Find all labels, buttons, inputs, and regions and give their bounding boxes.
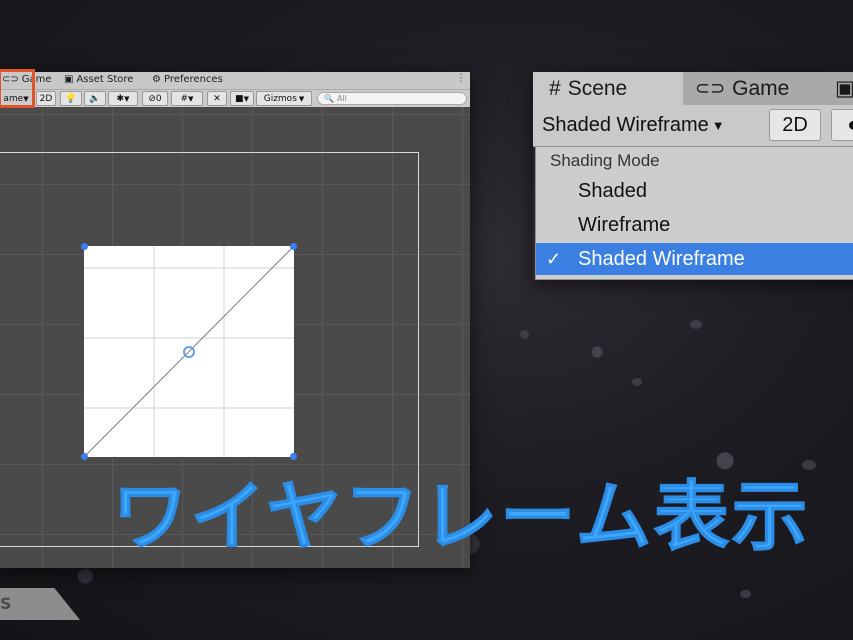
audio-toggle[interactable]: 🔈 [84, 91, 106, 106]
chevron-down-icon: ▼ [124, 94, 130, 103]
gear-icon: ⚙ [152, 74, 161, 85]
background-speck [520, 330, 529, 339]
gamepad-icon: ⊂⊃ [695, 78, 726, 98]
editor-tab-bar: ⊂⊃ Game ▣ Asset Store ⚙ Preferences ⋮ [0, 72, 470, 89]
checkmark-icon: ✓ [546, 248, 562, 269]
menu-item-label: Shaded Wireframe [578, 247, 745, 270]
camera-dropdown[interactable]: ■ ▼ [230, 91, 254, 106]
chevron-down-icon: ▼ [298, 94, 305, 103]
quad-object[interactable] [84, 246, 294, 457]
shading-mode-header: Shading Mode [550, 151, 660, 170]
grid-icon: # [180, 93, 189, 104]
toggle-2d-button[interactable]: 2D [769, 109, 821, 141]
gizmos-label: Gizmos [263, 93, 297, 104]
menu-item-shaded[interactable]: Shaded [536, 175, 853, 207]
tab-preferences-label: Preferences [163, 74, 223, 85]
draw-mode-dropdown[interactable]: Shaded Wireframe ▼ [542, 109, 725, 141]
rect-handle[interactable] [81, 243, 88, 250]
chevron-down-icon: ▼ [188, 94, 194, 103]
eye-slash-icon: ⊘ [148, 93, 156, 104]
tools-toggle[interactable]: ✕ [207, 91, 227, 106]
menu-item-wireframe[interactable]: Wireframe [536, 209, 853, 241]
tab-preferences[interactable]: ⚙ Preferences [152, 74, 223, 85]
tab-asset-store[interactable]: ▣ Asset Store [64, 74, 133, 85]
tab-scene[interactable]: # Scene [533, 72, 683, 105]
toggle-2d-label: 2D [782, 113, 808, 136]
background-speck [690, 320, 702, 329]
menu-item-label: Wireframe [578, 213, 671, 236]
zoomed-toolbar: Shaded Wireframe ▼ 2D ◖ [533, 105, 853, 147]
menu-item-label: Shaded [578, 179, 647, 202]
rect-handle[interactable] [290, 243, 297, 250]
lightbulb-icon: 💡 [65, 93, 77, 104]
rect-handle[interactable] [81, 453, 88, 460]
wireframe-overlay [84, 246, 294, 457]
tab-asset-store-label: Asset Store [76, 74, 134, 85]
draw-mode-dropdown[interactable]: ame ▼ [0, 91, 32, 106]
speaker-icon: 🔈 [89, 93, 101, 104]
effects-icon: ✱ [116, 93, 125, 104]
tab-scene-label: Scene [567, 76, 628, 100]
gizmos-dropdown[interactable]: Gizmos ▼ [256, 91, 312, 106]
lightbulb-icon: ◖ [844, 113, 853, 136]
more-menu-icon[interactable]: ⋮ [456, 73, 466, 84]
hash-icon: # [549, 76, 561, 100]
camera-icon: ■ [235, 93, 244, 104]
effects-dropdown[interactable]: ✱ ▼ [108, 91, 138, 106]
hidden-objects-count: 0 [155, 93, 162, 104]
tools-icon: ✕ [213, 93, 221, 104]
corner-tag-text: S [0, 594, 12, 613]
grid-dropdown[interactable]: # ▼ [171, 91, 203, 106]
caption-title: ワイヤフレーム表示 [111, 472, 810, 562]
search-placeholder: All [336, 94, 347, 103]
shopping-bag-icon: ▣ [835, 77, 853, 100]
chevron-down-icon: ▼ [711, 117, 725, 133]
tab-game-label: Game [732, 76, 790, 100]
search-input[interactable]: 🔍 All [317, 92, 467, 105]
chevron-down-icon: ▼ [23, 94, 29, 103]
gamepad-icon: ⊂⊃ [2, 74, 19, 85]
draw-mode-label: ame [3, 93, 24, 104]
lighting-toggle[interactable]: ◖ [831, 109, 853, 141]
scene-toolbar: ame ▼ 2D 💡 🔈 ✱ ▼ ⊘ 0 # ▼ ✕ ■ ▼ Gizmos ▼ … [0, 89, 470, 109]
background-speck [740, 590, 751, 598]
background-speck [632, 378, 642, 386]
tab-asset-store[interactable]: ▣ [835, 72, 853, 105]
toggle-2d-label: 2D [39, 93, 53, 104]
shading-mode-menu: Shading Mode Shaded Wireframe ✓ Shaded W… [535, 146, 853, 280]
search-icon: 🔍 [324, 94, 334, 103]
tab-game[interactable]: ⊂⊃ Game [2, 74, 52, 85]
menu-item-shaded-wireframe[interactable]: ✓ Shaded Wireframe [536, 243, 853, 275]
chevron-down-icon: ▼ [243, 94, 249, 103]
hidden-objects-toggle[interactable]: ⊘ 0 [142, 91, 168, 106]
draw-mode-label: Shaded Wireframe [542, 113, 709, 136]
shopping-bag-icon: ▣ [64, 74, 74, 85]
tab-game[interactable]: ⊂⊃ Game [695, 72, 789, 105]
corner-tag: S [0, 588, 80, 620]
zoomed-scene-window: # Scene ⊂⊃ Game ▣ Shaded Wireframe ▼ 2D … [533, 72, 853, 280]
toggle-2d-button[interactable]: 2D [36, 91, 56, 106]
zoomed-tab-bar: # Scene ⊂⊃ Game ▣ [533, 72, 853, 105]
tab-game-label: Game [21, 74, 52, 85]
lighting-toggle[interactable]: 💡 [60, 91, 82, 106]
